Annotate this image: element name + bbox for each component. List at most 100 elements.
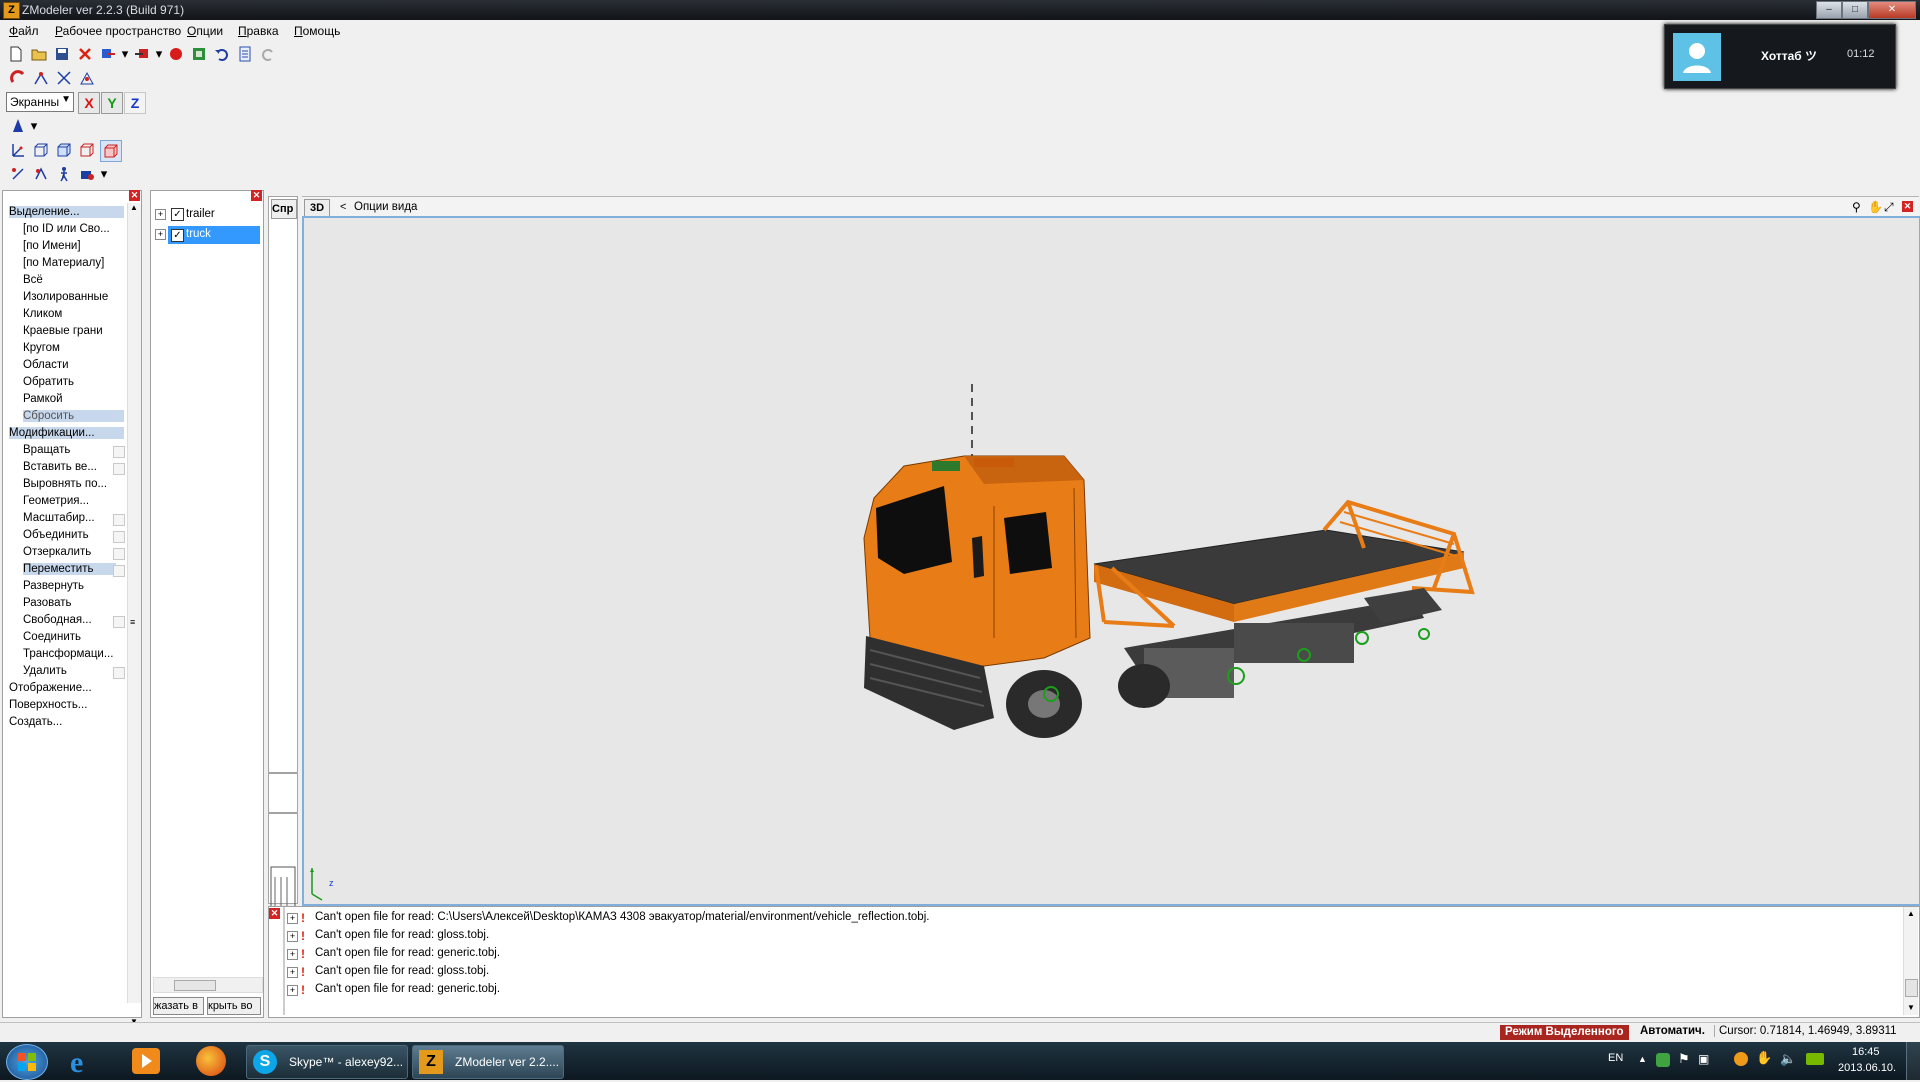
expand-icon[interactable]: +	[287, 931, 298, 942]
expand-icon[interactable]: +	[155, 229, 166, 240]
network-icon[interactable]: ▣	[1698, 1052, 1709, 1066]
axis-z-button[interactable]: Z	[124, 92, 146, 114]
pan-icon[interactable]: ✋	[1868, 200, 1883, 214]
mod-free[interactable]: Свободная...	[23, 614, 92, 626]
chevron-down-icon[interactable]: ▾	[121, 44, 129, 64]
task-zmodeler[interactable]: Z ZModeler ver 2.2....	[412, 1045, 564, 1079]
new-file-icon[interactable]	[6, 44, 26, 64]
axis-y-button[interactable]: Y	[101, 92, 123, 114]
mod-rotate[interactable]: Вращать	[23, 444, 70, 456]
mod-scale[interactable]: Масштабир...	[23, 512, 95, 524]
select-by-material[interactable]: [по Материалу]	[23, 257, 104, 269]
zoom-icon[interactable]: ⚲	[1852, 200, 1861, 214]
select-faces-icon[interactable]	[31, 164, 51, 184]
3d-viewport[interactable]: z	[302, 216, 1920, 906]
texture-icon[interactable]	[189, 44, 209, 64]
hierarchy-scrollbar[interactable]	[153, 977, 263, 993]
mod-move-option[interactable]	[113, 565, 125, 577]
screen-select[interactable]: Экранны ▼	[6, 92, 74, 112]
show-all-button[interactable]: жазать в	[153, 997, 204, 1015]
box-textured-icon[interactable]	[100, 140, 122, 162]
maximize-view-icon[interactable]: ⤢	[1884, 200, 1894, 215]
box-icon[interactable]	[31, 140, 51, 160]
mod-move[interactable]: Переместить	[23, 563, 116, 575]
task-skype[interactable]: S Skype™ - alexey92...	[246, 1045, 408, 1079]
close-icon[interactable]: ✕	[251, 190, 262, 201]
surface-header[interactable]: Поверхность...	[9, 699, 87, 711]
axis-x-button[interactable]: X	[78, 92, 100, 114]
chevron-down-icon[interactable]: ▾	[155, 44, 163, 64]
mod-mirror[interactable]: Отзеркалить	[23, 546, 91, 558]
select-invert[interactable]: Обратить	[23, 376, 74, 388]
mod-insert-option[interactable]	[113, 463, 125, 475]
scroll-up-icon[interactable]: ▲	[130, 203, 138, 212]
menu-edit[interactable]: Правка	[238, 24, 279, 38]
close-icon[interactable]: ✕	[269, 908, 280, 919]
log-line[interactable]: + ! Can't open file for read: generic.to…	[287, 983, 1867, 999]
clock-time[interactable]: 16:45	[1852, 1046, 1880, 1058]
close-icon[interactable]: ✕	[129, 190, 140, 201]
truck-checkbox[interactable]: ✓	[171, 229, 184, 242]
edge-tool-icon[interactable]	[54, 68, 74, 88]
start-button[interactable]	[6, 1044, 48, 1080]
flag-icon[interactable]: ⚑	[1678, 1051, 1690, 1067]
select-click[interactable]: Кликом	[23, 308, 62, 320]
expand-icon[interactable]: +	[287, 985, 298, 996]
log-line[interactable]: + ! Can't open file for read: gloss.tobj…	[287, 965, 1867, 981]
mod-align[interactable]: Выровнять по...	[23, 478, 107, 490]
document-icon[interactable]	[235, 44, 255, 64]
create-header[interactable]: Создать...	[9, 716, 62, 728]
chevron-down-icon[interactable]: ▾	[100, 164, 108, 184]
walk-icon[interactable]	[54, 164, 74, 184]
log-scrollbar[interactable]: ▲ ▼	[1903, 907, 1918, 1015]
mod-rotate-option[interactable]	[113, 446, 125, 458]
language-indicator[interactable]: EN	[1608, 1052, 1623, 1064]
mod-merge-option[interactable]	[113, 531, 125, 543]
display-header[interactable]: Отображение...	[9, 682, 92, 694]
delete-icon[interactable]	[75, 44, 95, 64]
record-icon[interactable]	[166, 44, 186, 64]
mod-unfold[interactable]: Развернуть	[23, 580, 84, 592]
trailer-checkbox[interactable]: ✓	[171, 208, 184, 221]
clock-date[interactable]: 2013.06.10.	[1838, 1062, 1896, 1074]
mod-merge[interactable]: Объединить	[23, 529, 89, 541]
mod-insert[interactable]: Вставить ве...	[23, 461, 97, 473]
hide-all-button[interactable]: крыть во	[207, 997, 261, 1015]
menu-options[interactable]: Опции	[187, 24, 223, 38]
import-icon[interactable]	[98, 44, 118, 64]
axis-gizmo-icon[interactable]	[8, 140, 28, 160]
mod-split[interactable]: Разовать	[23, 597, 71, 609]
camera-icon[interactable]	[77, 164, 97, 184]
undo-icon[interactable]	[212, 44, 232, 64]
expand-icon[interactable]: +	[287, 967, 298, 978]
mod-connect[interactable]: Соединить	[23, 631, 81, 643]
select-isolated[interactable]: Изолированные	[23, 291, 108, 303]
mod-delete[interactable]: Удалить	[23, 665, 67, 677]
scroll-thumb[interactable]	[174, 980, 216, 991]
menu-file[interactable]: Файл	[9, 24, 39, 38]
close-button[interactable]: ✕	[1868, 1, 1916, 19]
tray-app-icon[interactable]	[1656, 1053, 1670, 1067]
select-by-id[interactable]: [по ID или Сво...	[23, 223, 110, 235]
select-all[interactable]: Всё	[23, 274, 43, 286]
expand-icon[interactable]: +	[287, 949, 298, 960]
modification-header[interactable]: Модификации...	[9, 427, 124, 439]
scroll-thumb[interactable]	[1905, 979, 1918, 997]
box-solid-icon[interactable]	[77, 140, 97, 160]
select-areas[interactable]: Области	[23, 359, 69, 371]
view-options-link[interactable]: Опции вида	[354, 201, 417, 213]
firefox-icon[interactable]	[196, 1046, 226, 1076]
ie-icon[interactable]: e	[70, 1046, 83, 1080]
magnet-icon[interactable]	[8, 68, 28, 88]
select-circle[interactable]: Кругом	[23, 342, 60, 354]
box-wire-icon[interactable]	[54, 140, 74, 160]
select-frame[interactable]: Рамкой	[23, 393, 63, 405]
face-tool-icon[interactable]	[77, 68, 97, 88]
open-folder-icon[interactable]	[29, 44, 49, 64]
maximize-button[interactable]: □	[1842, 1, 1868, 19]
menu-workspace[interactable]: Рабочее пространство	[55, 24, 181, 38]
show-desktop-button[interactable]	[1906, 1042, 1920, 1080]
select-edges[interactable]: Краевые грани	[23, 325, 103, 337]
tray-orange-icon[interactable]	[1734, 1052, 1748, 1066]
back-arrow-icon[interactable]: <	[340, 201, 346, 213]
